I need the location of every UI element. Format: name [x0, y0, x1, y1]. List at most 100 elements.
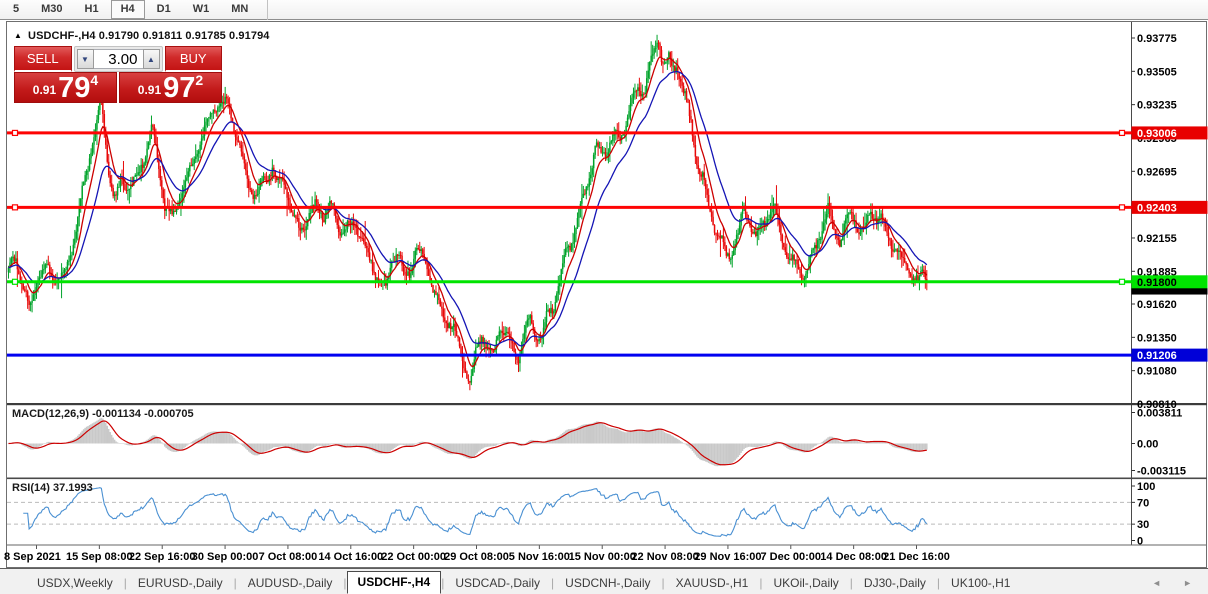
bid-axis-marker — [1132, 282, 1208, 295]
tab-usdcad-daily[interactable]: USDCAD-,Daily — [444, 572, 551, 594]
svg-text:22 Sep 16:00: 22 Sep 16:00 — [129, 551, 196, 563]
level-handle[interactable] — [1120, 279, 1125, 284]
svg-text:0.90810: 0.90810 — [1137, 399, 1177, 411]
svg-text:14 Oct 16:00: 14 Oct 16:00 — [318, 551, 383, 563]
svg-text:22 Oct 00:00: 22 Oct 00:00 — [381, 551, 446, 563]
svg-text:5 Nov 16:00: 5 Nov 16:00 — [509, 551, 570, 563]
indicator-axes: 0.003811 0.00 -0.003115 100 70 30 0 — [1132, 408, 1186, 548]
svg-text:0.93775: 0.93775 — [1137, 33, 1177, 45]
svg-text:22 Nov 08:00: 22 Nov 08:00 — [631, 551, 698, 563]
volume-spinner: ▼ ▲ — [74, 46, 163, 72]
volume-decrease-button[interactable]: ▼ — [77, 49, 94, 69]
svg-text:30: 30 — [1137, 519, 1149, 531]
svg-text:0.93006: 0.93006 — [1137, 128, 1177, 140]
ask-pipette: 2 — [195, 72, 203, 88]
svg-text:0.92155: 0.92155 — [1137, 233, 1177, 245]
svg-text:15 Nov 00:00: 15 Nov 00:00 — [569, 551, 636, 563]
volume-increase-button[interactable]: ▲ — [143, 49, 160, 69]
volume-input[interactable] — [94, 49, 143, 69]
chart-title-text: USDCHF-,H4 0.91790 0.91811 0.91785 0.917… — [28, 30, 269, 42]
sell-button[interactable]: SELL — [14, 46, 72, 72]
svg-text:0: 0 — [1137, 536, 1143, 548]
bid-price-box[interactable]: 0.91 79 4 — [14, 72, 117, 103]
chart-tab-bar: USDX,Weekly|EURUSD-,Daily|AUDUSD-,Daily|… — [0, 568, 1208, 594]
level-badge-0.93006: 0.93006 — [1132, 126, 1208, 139]
svg-text:0.91080: 0.91080 — [1137, 366, 1177, 378]
ask-big-digits: 97 — [163, 75, 195, 101]
macd-label: MACD(12,26,9) -0.001134 -0.000705 — [12, 408, 194, 420]
timeframe-button-d1[interactable]: D1 — [147, 0, 181, 19]
level-badge-0.92403: 0.92403 — [1132, 201, 1208, 215]
tab-scroll-right-icon[interactable]: ► — [1183, 579, 1192, 588]
svg-text:0.93505: 0.93505 — [1137, 66, 1177, 78]
tab-usdchf-h4[interactable]: USDCHF-,H4 — [347, 571, 442, 594]
ask-prefix: 0.91 — [138, 83, 161, 97]
timeframe-button-h1[interactable]: H1 — [75, 0, 109, 19]
price-axis[interactable]: 0.93775 0.93505 0.93235 0.92965 0.92695 0.924… — [1132, 33, 1177, 411]
rsi-line — [23, 488, 927, 537]
toolbar-separator — [267, 0, 268, 20]
bid-prefix: 0.91 — [33, 83, 56, 97]
timeframe-button-5[interactable]: 5 — [3, 0, 29, 19]
tab-dj30-daily[interactable]: DJ30-,Daily — [853, 572, 937, 594]
bid-big-digits: 79 — [58, 75, 90, 101]
chart-title: ▲ USDCHF-,H4 0.91790 0.91811 0.91785 0.91… — [14, 30, 270, 42]
svg-text:-0.003115: -0.003115 — [1137, 466, 1186, 478]
tab-usdcnh-daily[interactable]: USDCNH-,Daily — [554, 572, 661, 594]
tab-audusd-daily[interactable]: AUDUSD-,Daily — [237, 572, 344, 594]
ask-price-box[interactable]: 0.91 97 2 — [119, 72, 222, 103]
tab-scroll-left-icon[interactable]: ◄ — [1152, 579, 1161, 588]
timeframe-button-mn[interactable]: MN — [221, 0, 258, 19]
svg-text:14 Dec 08:00: 14 Dec 08:00 — [820, 551, 887, 563]
svg-text:0.91800: 0.91800 — [1137, 277, 1177, 289]
bid-pipette: 4 — [90, 72, 98, 88]
timeframe-button-w1[interactable]: W1 — [183, 0, 220, 19]
tab-xauusd-h1[interactable]: XAUUSD-,H1 — [665, 572, 760, 594]
level-handle[interactable] — [13, 205, 18, 210]
ma-line-10 — [9, 57, 927, 367]
svg-text:0.00: 0.00 — [1137, 439, 1158, 451]
chart-window: 0.93775 0.93505 0.93235 0.92965 0.92695 0.924… — [0, 21, 1208, 568]
svg-text:0.91620: 0.91620 — [1137, 299, 1177, 311]
svg-text:0.92403: 0.92403 — [1137, 202, 1177, 214]
svg-text:29 Oct 08:00: 29 Oct 08:00 — [444, 551, 509, 563]
macd-signal-line — [9, 421, 927, 465]
svg-text:0.003811: 0.003811 — [1137, 408, 1182, 420]
svg-text:0.92425: 0.92425 — [1137, 200, 1177, 212]
one-click-trading-panel: SELL ▼ ▲ BUY 0.91 79 4 0.91 97 2 — [14, 46, 222, 103]
svg-text:30 Sep 00:00: 30 Sep 00:00 — [192, 551, 259, 563]
timeframe-toolbar: 5M30H1H4D1W1MN — [0, 0, 1208, 20]
level-badge-0.91800: 0.91800 — [1132, 275, 1208, 289]
svg-text:7 Oct 08:00: 7 Oct 08:00 — [259, 551, 318, 563]
svg-text:0.91206: 0.91206 — [1137, 350, 1177, 362]
tab-uk100-h1[interactable]: UK100-,H1 — [940, 572, 1021, 594]
tab-ukoil-daily[interactable]: UKOil-,Daily — [762, 572, 849, 594]
svg-text:29 Nov 16:00: 29 Nov 16:00 — [694, 551, 761, 563]
timeframe-button-m30[interactable]: M30 — [31, 0, 72, 19]
collapse-icon[interactable]: ▲ — [14, 31, 22, 40]
level-handle[interactable] — [13, 130, 18, 135]
tab-usdx-weekly[interactable]: USDX,Weekly — [26, 572, 124, 594]
svg-text:21 Dec 16:00: 21 Dec 16:00 — [883, 551, 950, 563]
rsi-label: RSI(14) 37.1993 — [12, 482, 93, 494]
macd-histogram — [8, 418, 928, 466]
level-handle[interactable] — [1120, 130, 1125, 135]
level-badge-0.91206: 0.91206 — [1132, 349, 1208, 363]
svg-text:0.93235: 0.93235 — [1137, 100, 1177, 112]
level-handle[interactable] — [13, 279, 18, 284]
svg-text:8 Sep 2021: 8 Sep 2021 — [4, 551, 61, 563]
svg-text:7 Dec 00:00: 7 Dec 00:00 — [761, 551, 822, 563]
svg-text:70: 70 — [1137, 497, 1149, 509]
buy-button[interactable]: BUY — [165, 46, 223, 72]
svg-text:0.92965: 0.92965 — [1137, 133, 1177, 145]
tab-eurusd-daily[interactable]: EURUSD-,Daily — [127, 572, 234, 594]
ma-line-26 — [9, 72, 927, 346]
svg-text:0.92695: 0.92695 — [1137, 166, 1177, 178]
mt4-window: 5M30H1H4D1W1MN 0.93775 0.93505 0.93235 0.92… — [0, 0, 1208, 594]
level-handle[interactable] — [1120, 205, 1125, 210]
tab-scroll-nav: ◄ ► — [1152, 579, 1192, 588]
time-axis[interactable]: 8 Sep 2021 15 Sep 08:0022 Sep 16:0030 Sep… — [4, 546, 950, 564]
svg-text:15 Sep 08:00: 15 Sep 08:00 — [66, 551, 133, 563]
timeframe-button-h4[interactable]: H4 — [111, 0, 145, 19]
svg-text:100: 100 — [1137, 481, 1155, 493]
